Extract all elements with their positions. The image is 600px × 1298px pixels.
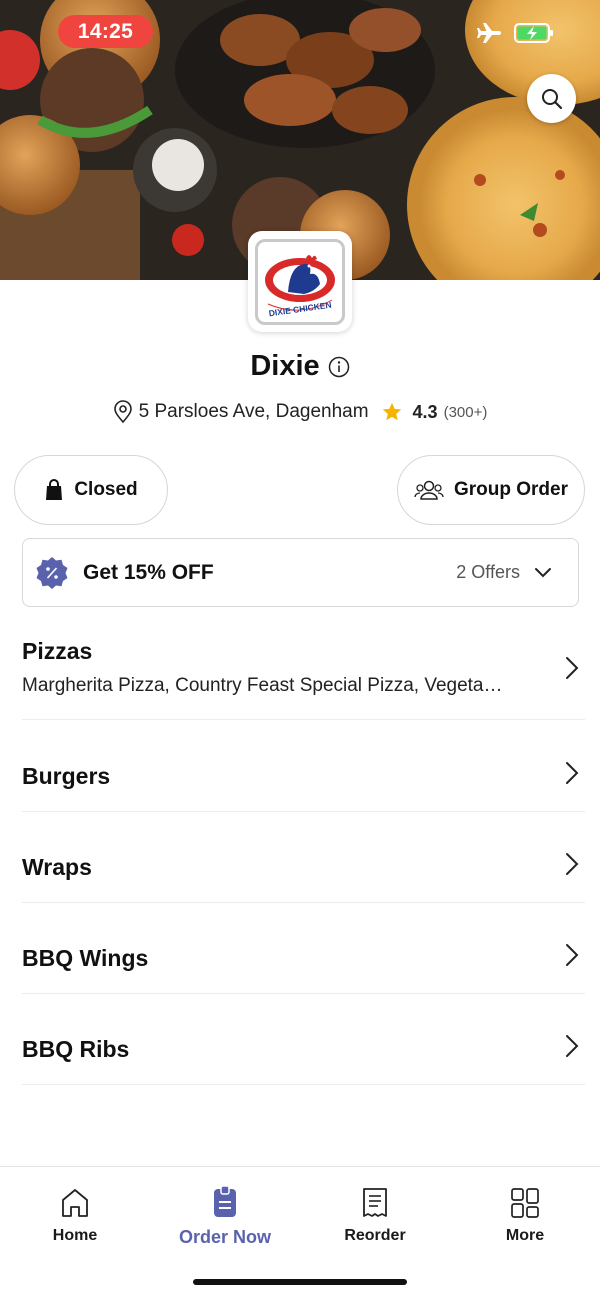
chevron-right-icon bbox=[566, 853, 579, 875]
logo-text: DIXIE CHICKEN bbox=[268, 299, 332, 318]
category-title: BBQ Ribs bbox=[22, 1036, 130, 1062]
offers-banner[interactable]: Get 15% OFF 2 Offers bbox=[22, 538, 579, 607]
store-rating: 4.3 bbox=[412, 401, 438, 422]
category-row-burgers[interactable]: Burgers bbox=[22, 762, 585, 812]
category-row-bbq-ribs[interactable]: BBQ Ribs bbox=[22, 1035, 585, 1085]
chevron-right-icon bbox=[566, 1035, 579, 1057]
offer-title: Get 15% OFF bbox=[83, 560, 214, 584]
search-button[interactable] bbox=[527, 74, 576, 123]
status-bar-icons bbox=[476, 22, 554, 44]
shopping-bag-icon bbox=[46, 479, 63, 500]
group-order-button[interactable]: Group Order bbox=[397, 455, 585, 525]
status-bar-time: 14:25 bbox=[58, 15, 153, 48]
category-row-bbq-wings[interactable]: BBQ Wings bbox=[22, 944, 585, 994]
store-status-label: Closed bbox=[74, 479, 138, 500]
chevron-right-icon bbox=[566, 657, 579, 679]
nav-label: Reorder bbox=[344, 1227, 406, 1244]
group-users-icon bbox=[414, 480, 444, 500]
store-logo-card: DIXIE CHICKEN bbox=[248, 231, 352, 332]
nav-label: Home bbox=[52, 1227, 98, 1244]
chevron-right-icon bbox=[566, 762, 579, 784]
nav-reorder[interactable]: Reorder bbox=[300, 1187, 450, 1245]
battery-charging-icon bbox=[514, 23, 553, 43]
store-address: 5 Parsloes Ave, Dagenham bbox=[138, 401, 369, 422]
category-title: Wraps bbox=[22, 854, 92, 880]
info-icon[interactable] bbox=[328, 356, 350, 378]
rooster-logo-icon: DIXIE CHICKEN bbox=[265, 254, 335, 318]
receipt-icon bbox=[363, 1188, 387, 1217]
nav-label: Order Now bbox=[178, 1227, 271, 1247]
store-header: Dixie bbox=[0, 350, 600, 383]
nav-more[interactable]: More bbox=[450, 1187, 600, 1245]
search-icon bbox=[541, 88, 562, 109]
rating-count: (300+) bbox=[443, 403, 488, 421]
category-title: BBQ Wings bbox=[22, 945, 149, 971]
store-name: Dixie bbox=[250, 350, 320, 382]
store-address-row: 5 Parsloes Ave, Dagenham 4.3 (300+) bbox=[0, 400, 600, 424]
category-title: Burgers bbox=[22, 763, 111, 789]
group-order-label: Group Order bbox=[453, 479, 568, 500]
order-icon bbox=[214, 1185, 236, 1217]
location-pin-icon bbox=[113, 400, 132, 424]
chevron-down-icon bbox=[535, 567, 551, 577]
offer-count: 2 Offers bbox=[456, 562, 520, 582]
home-icon bbox=[62, 1189, 88, 1217]
nav-label: More bbox=[505, 1227, 545, 1244]
category-title: Pizzas bbox=[22, 638, 93, 664]
category-row-pizzas[interactable]: Pizzas Margherita Pizza, Country Feast S… bbox=[22, 638, 585, 720]
store-logo: DIXIE CHICKEN bbox=[255, 238, 345, 325]
grid-icon bbox=[511, 1188, 539, 1218]
star-icon bbox=[382, 402, 401, 421]
airplane-mode-icon bbox=[477, 23, 501, 43]
category-row-wraps[interactable]: Wraps bbox=[22, 853, 585, 903]
discount-badge-icon bbox=[36, 556, 68, 589]
category-subtitle: Margherita Pizza, Country Feast Special … bbox=[22, 675, 503, 696]
nav-home[interactable]: Home bbox=[0, 1187, 150, 1245]
home-indicator bbox=[193, 1279, 407, 1285]
store-status-button[interactable]: Closed bbox=[14, 455, 168, 525]
nav-order-now[interactable]: Order Now bbox=[150, 1185, 300, 1248]
chevron-right-icon bbox=[566, 944, 579, 966]
